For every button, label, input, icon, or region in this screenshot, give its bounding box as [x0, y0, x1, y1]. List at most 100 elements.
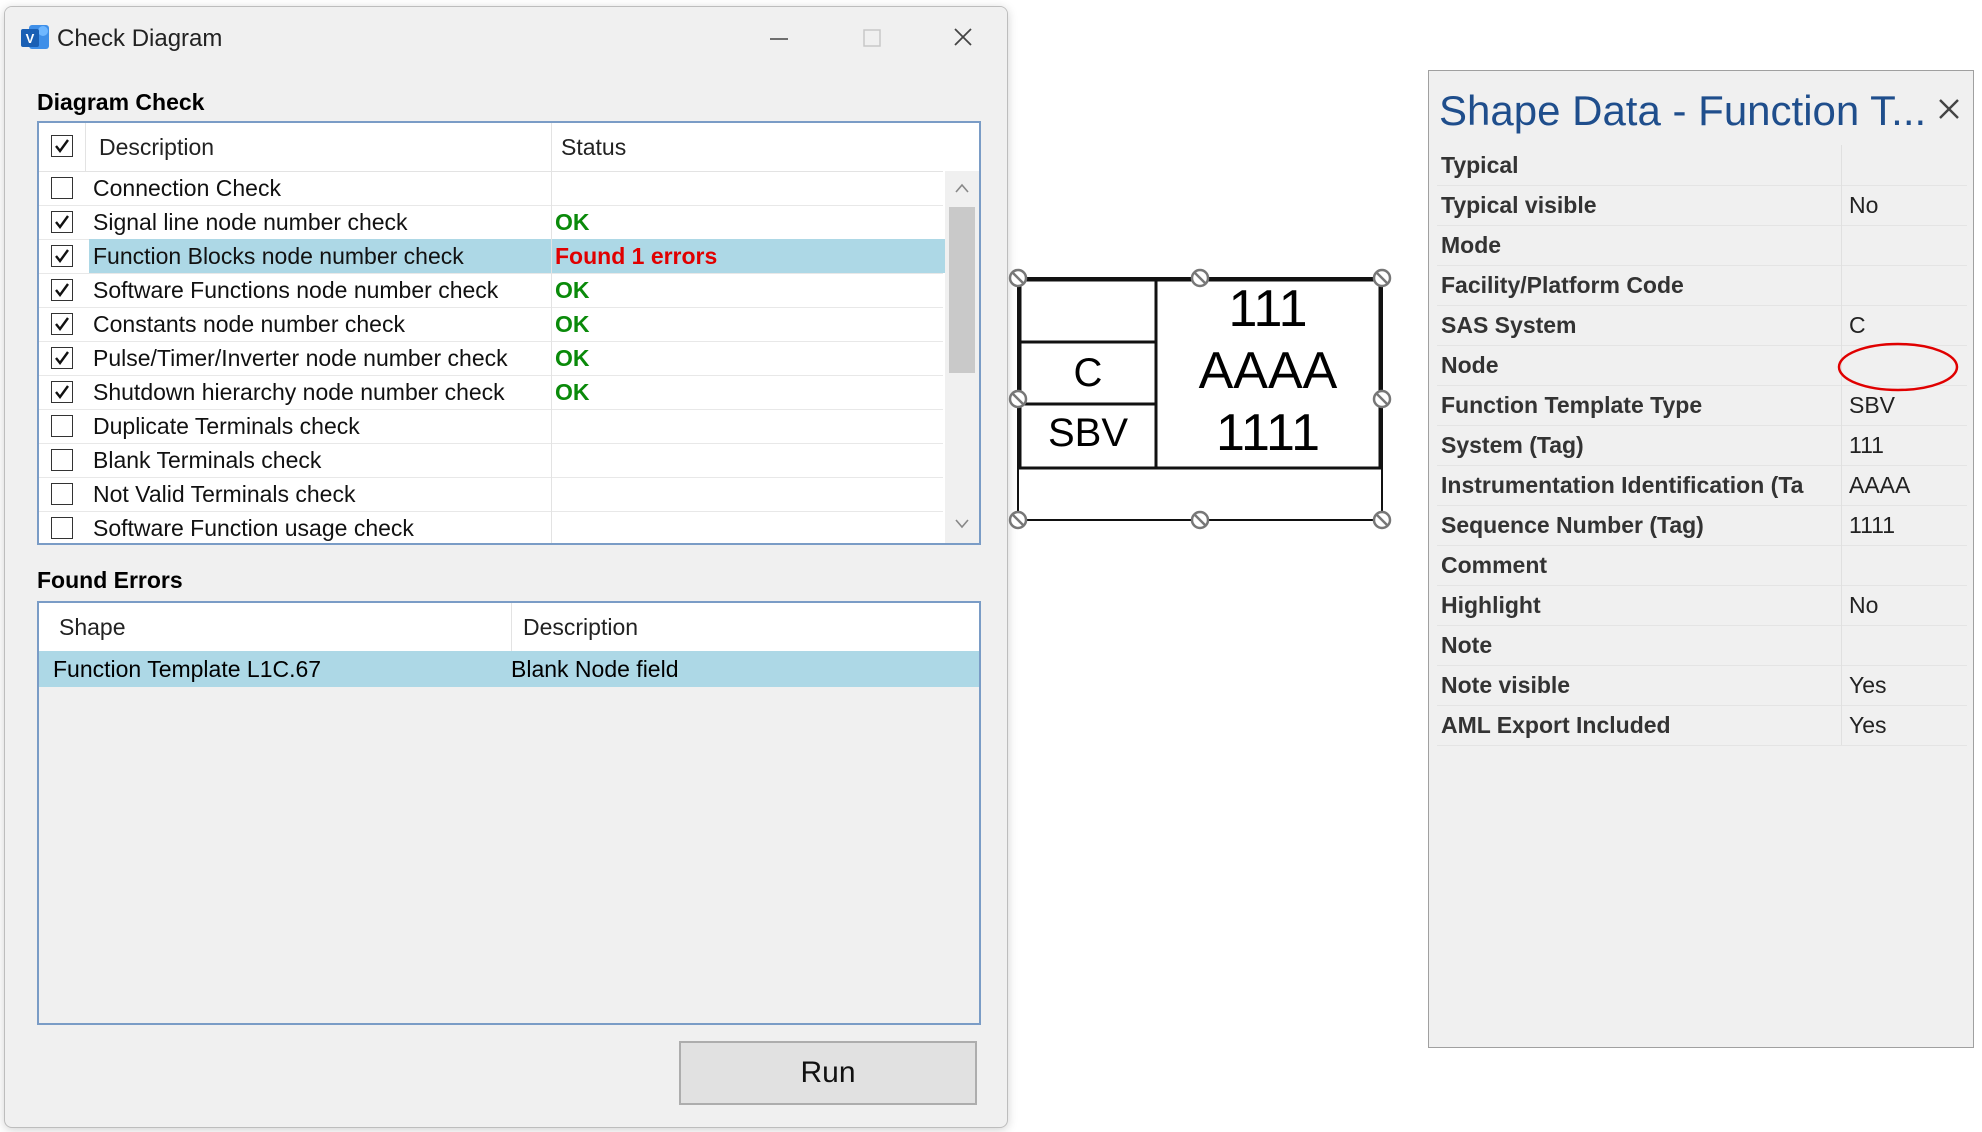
check-status: OK [555, 209, 590, 235]
checkbox-checked[interactable] [51, 347, 73, 369]
shape-data-row[interactable]: Facility/Platform Code [1437, 265, 1967, 306]
run-button[interactable]: Run [679, 1041, 977, 1105]
check-row[interactable]: Constants node number check OK [39, 307, 943, 342]
resize-handle-icon[interactable] [1372, 268, 1392, 288]
shape-data-row[interactable]: Note visible Yes [1437, 665, 1967, 706]
shape-data-value[interactable]: No [1849, 185, 1967, 225]
shape-template-type-text: SBV [1048, 411, 1128, 455]
check-status: OK [555, 311, 590, 337]
error-shape-cell: Function Template L1C.67 [53, 656, 322, 682]
shape-data-value[interactable] [1849, 145, 1967, 185]
checkbox-unchecked[interactable] [51, 517, 73, 539]
check-row[interactable]: Signal line node number check OK [39, 205, 943, 240]
checkbox-checked[interactable] [51, 313, 73, 335]
check-row[interactable]: Not Valid Terminals check [39, 477, 943, 512]
shape-data-value[interactable]: C [1849, 305, 1967, 345]
shape-data-label: Highlight [1441, 592, 1541, 618]
check-row[interactable]: Duplicate Terminals check [39, 409, 943, 444]
shape-data-label: Note visible [1441, 672, 1571, 698]
check-row[interactable]: Function Blocks node number check Found 1… [39, 239, 947, 274]
resize-handle-icon[interactable] [1372, 389, 1392, 409]
shape-data-label: Node [1441, 352, 1499, 378]
shape-data-label: System (Tag) [1441, 432, 1584, 458]
checkbox-checked[interactable] [51, 245, 73, 267]
shape-data-value[interactable]: 1111 [1849, 505, 1967, 545]
shape-data-value[interactable] [1849, 265, 1967, 305]
scroll-up-icon[interactable] [954, 181, 970, 199]
select-all-checkbox[interactable] [51, 135, 73, 157]
shape-sas-system-text: C [1074, 351, 1103, 395]
function-template-shape[interactable]: C SBV 111 AAAA 1111 [1006, 264, 1402, 532]
check-description: Signal line node number check [93, 209, 408, 235]
check-description: Blank Terminals check [93, 447, 322, 473]
shape-data-row[interactable]: Typical visible No [1437, 185, 1967, 226]
errors-list-header: Shape Description [39, 603, 979, 652]
description-column-header[interactable]: Description [99, 123, 214, 171]
shape-data-label: Sequence Number (Tag) [1441, 512, 1704, 538]
shape-data-value[interactable] [1849, 225, 1967, 265]
checkbox-checked[interactable] [51, 279, 73, 301]
shape-column-header[interactable]: Shape [59, 603, 126, 651]
visio-app-icon: V [19, 21, 51, 53]
shape-data-row[interactable]: Mode [1437, 225, 1967, 266]
checkbox-unchecked[interactable] [51, 177, 73, 199]
error-description-cell: Blank Node field [511, 656, 679, 682]
scroll-down-icon[interactable] [954, 517, 970, 535]
dialog-title: Check Diagram [57, 25, 223, 52]
check-status: Found 1 errors [551, 239, 947, 273]
checkbox-unchecked[interactable] [51, 449, 73, 471]
error-description-column-header[interactable]: Description [523, 603, 638, 651]
check-row[interactable]: Shutdown hierarchy node number check OK [39, 375, 943, 410]
shape-data-value[interactable] [1849, 625, 1967, 665]
check-row[interactable]: Software Function usage check [39, 511, 943, 543]
status-column-header[interactable]: Status [561, 123, 626, 171]
maximize-button[interactable] [843, 17, 899, 57]
checkbox-unchecked[interactable] [51, 415, 73, 437]
resize-handle-icon[interactable] [1008, 510, 1028, 530]
panel-close-icon[interactable] [1935, 95, 1963, 123]
shape-data-label: Mode [1441, 232, 1502, 258]
shape-data-label: Typical visible [1441, 192, 1597, 218]
shape-data-value[interactable]: AAAA [1849, 465, 1967, 505]
resize-handle-icon[interactable] [1008, 389, 1028, 409]
minimize-button[interactable] [751, 17, 807, 57]
shape-data-value[interactable]: 111 [1849, 425, 1967, 465]
scroll-thumb[interactable] [949, 207, 975, 373]
check-status: OK [555, 277, 590, 303]
check-status [551, 477, 947, 511]
shape-data-row[interactable]: System (Tag) 111 [1437, 425, 1967, 466]
check-list-scrollbar[interactable] [945, 171, 979, 543]
resize-handle-icon[interactable] [1190, 268, 1210, 288]
checkbox-checked[interactable] [51, 381, 73, 403]
check-status [551, 443, 947, 477]
shape-data-row[interactable]: Note [1437, 625, 1967, 666]
shape-data-label: Facility/Platform Code [1441, 272, 1684, 298]
shape-data-value[interactable] [1849, 545, 1967, 585]
shape-data-value[interactable]: Yes [1849, 705, 1967, 745]
check-row[interactable]: Blank Terminals check [39, 443, 943, 478]
checkbox-checked[interactable] [51, 211, 73, 233]
shape-data-row[interactable]: Highlight No [1437, 585, 1967, 626]
shape-data-row[interactable]: Sequence Number (Tag) 1111 [1437, 505, 1967, 546]
shape-data-label: Function Template Type [1441, 392, 1703, 418]
shape-data-row[interactable]: Instrumentation Identification (Ta AAAA [1437, 465, 1967, 506]
shape-data-row[interactable]: Comment [1437, 545, 1967, 586]
check-row[interactable]: Software Functions node number check OK [39, 273, 943, 308]
shape-data-value[interactable]: Yes [1849, 665, 1967, 705]
check-row[interactable]: Pulse/Timer/Inverter node number check OK [39, 341, 943, 376]
shape-data-value[interactable]: No [1849, 585, 1967, 625]
resize-handle-icon[interactable] [1372, 510, 1392, 530]
resize-handle-icon[interactable] [1008, 268, 1028, 288]
svg-text:V: V [26, 31, 35, 46]
check-list-header: Description Status [39, 123, 943, 172]
check-status [551, 171, 947, 205]
checkbox-unchecked[interactable] [51, 483, 73, 505]
close-button[interactable] [935, 17, 991, 57]
resize-handle-icon[interactable] [1190, 510, 1210, 530]
check-row[interactable]: Connection Check [39, 171, 943, 206]
shape-data-row[interactable]: AML Export Included Yes [1437, 705, 1967, 746]
check-status [551, 409, 947, 443]
shape-system-tag-text: 111 [1228, 280, 1307, 338]
shape-data-row[interactable]: Typical [1437, 145, 1967, 186]
error-row[interactable]: Function Template L1C.67 Blank Node fiel… [39, 651, 979, 687]
